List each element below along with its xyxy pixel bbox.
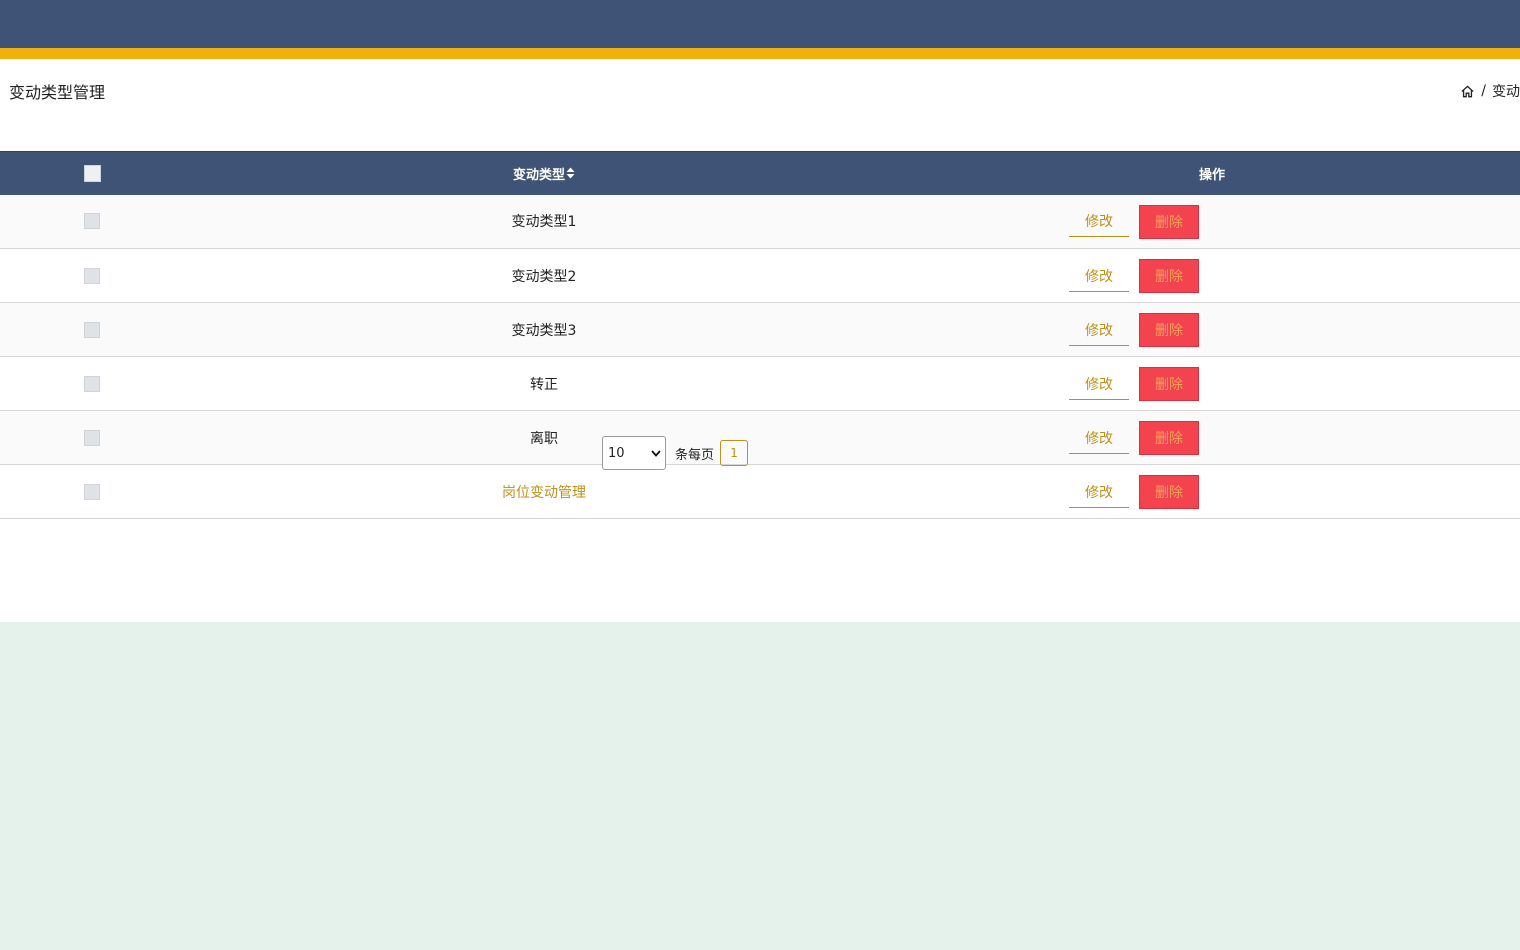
select-all-checkbox[interactable]	[83, 164, 101, 182]
edit-button[interactable]: 修改	[1069, 206, 1129, 237]
page-size-select[interactable]: 10	[602, 436, 666, 470]
table-header-row: 变动类型 操作	[0, 151, 1520, 195]
delete-button[interactable]: 删除	[1139, 204, 1199, 239]
delete-button[interactable]: 删除	[1139, 367, 1199, 401]
actions-column-header: 操作	[1198, 167, 1225, 183]
delete-button[interactable]: 删除	[1139, 475, 1199, 509]
type-cell: 转正	[530, 376, 558, 393]
type-column-label: 变动类型	[512, 167, 565, 183]
top-navbar	[0, 0, 1520, 48]
row-checkbox[interactable]	[84, 321, 100, 338]
content-panel: 变动类型管理 / 变动 变动类型 操作 变动类型1 修改 删除 变动类型2 修改…	[0, 59, 1520, 622]
pagination: 10 条每页 1	[602, 436, 749, 470]
accent-stripe	[0, 48, 1520, 59]
type-cell: 变动类型3	[511, 322, 577, 339]
row-checkbox[interactable]	[84, 483, 100, 500]
type-column-header[interactable]: 变动类型	[184, 152, 904, 195]
delete-button[interactable]: 删除	[1139, 259, 1199, 293]
delete-button[interactable]: 删除	[1139, 421, 1199, 455]
row-checkbox[interactable]	[84, 267, 100, 284]
change-type-table: 变动类型 操作 变动类型1 修改 删除 变动类型2 修改 删除 变动类型3 修改…	[0, 151, 1520, 519]
per-page-label: 条每页	[675, 447, 715, 463]
select-all-cell	[0, 152, 184, 195]
row-checkbox[interactable]	[84, 429, 100, 446]
row-checkbox[interactable]	[84, 375, 100, 392]
home-icon[interactable]	[1460, 84, 1475, 99]
page-header: 变动类型管理 / 变动	[0, 59, 1520, 151]
page-number-button[interactable]: 1	[720, 440, 749, 466]
chevron-down-icon	[651, 446, 661, 461]
breadcrumb-current: 变动	[1492, 84, 1520, 100]
edit-button[interactable]: 修改	[1069, 261, 1129, 292]
sort-icon[interactable]	[566, 167, 575, 183]
page-size-value: 10	[608, 445, 625, 461]
breadcrumb-separator: /	[1481, 83, 1486, 99]
table-row: 转正 修改 删除	[0, 356, 1520, 411]
edit-button[interactable]: 修改	[1069, 315, 1129, 346]
type-cell: 变动类型1	[511, 214, 577, 231]
type-cell: 岗位变动管理	[502, 484, 586, 501]
page-title: 变动类型管理	[9, 83, 106, 102]
table-row: 岗位变动管理 修改 删除	[0, 464, 1520, 519]
edit-button[interactable]: 修改	[1069, 477, 1129, 508]
table-row: 变动类型1 修改 删除	[0, 194, 1520, 249]
edit-button[interactable]: 修改	[1069, 423, 1129, 454]
table-row: 变动类型2 修改 删除	[0, 248, 1520, 303]
row-checkbox[interactable]	[84, 213, 100, 230]
table-row: 变动类型3 修改 删除	[0, 302, 1520, 357]
breadcrumb: / 变动	[1460, 81, 1520, 101]
table-row: 离职 修改 删除	[0, 410, 1520, 465]
type-cell: 离职	[530, 430, 558, 447]
delete-button[interactable]: 删除	[1139, 313, 1199, 347]
type-cell: 变动类型2	[511, 268, 577, 285]
edit-button[interactable]: 修改	[1069, 369, 1129, 400]
